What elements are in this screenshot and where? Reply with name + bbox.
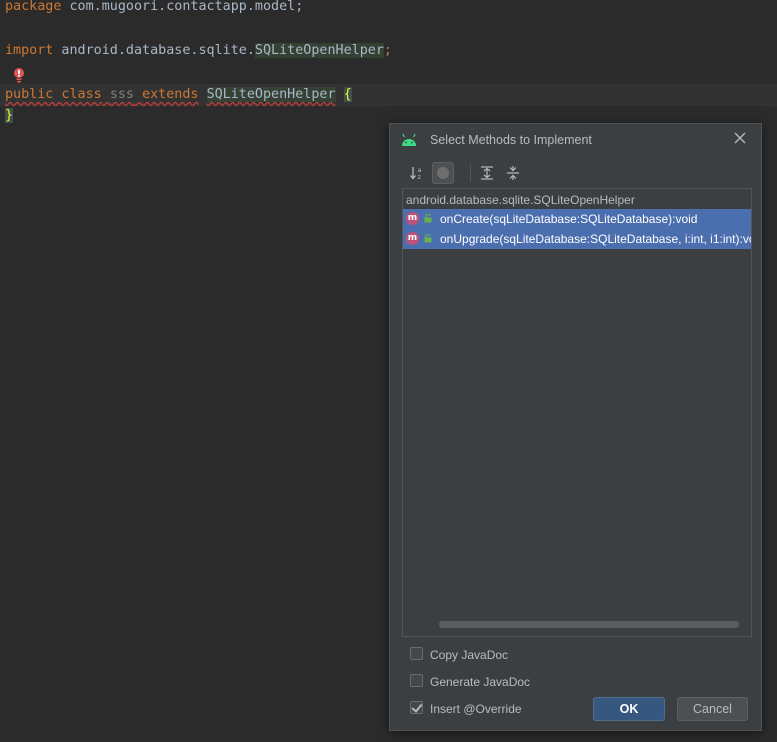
open-brace: {	[343, 87, 352, 102]
code-line-class[interactable]: public class sss extends SQLiteOpenHelpe…	[5, 85, 352, 105]
semicolon: ;	[383, 43, 392, 58]
horizontal-scrollbar[interactable]	[439, 621, 739, 628]
expand-all-icon	[481, 166, 493, 180]
code-line-package[interactable]: package com.mugoori.contactapp.model;	[5, 0, 303, 17]
package-name: com.mugoori.contactapp.model;	[61, 0, 304, 14]
method-signature: onUpgrade(sqLiteDatabase:SQLiteDatabase,…	[440, 232, 751, 246]
lock-icon	[424, 234, 432, 243]
sort-alphabetically-button[interactable]: a z	[406, 162, 428, 184]
superclass-name: SQLiteOpenHelper	[206, 87, 336, 102]
keyword-import: import	[5, 43, 54, 58]
insert-override-checkbox[interactable]	[410, 701, 423, 714]
ok-button[interactable]: OK	[593, 697, 665, 721]
error-bulb-icon[interactable]	[12, 67, 26, 83]
collapse-all-button[interactable]	[502, 162, 524, 184]
close-brace: }	[5, 108, 14, 123]
collapse-all-icon	[507, 166, 519, 180]
insert-override-label: Insert @Override	[430, 702, 522, 716]
class-name: sss	[109, 87, 134, 102]
show-classes-toggle[interactable]	[432, 162, 454, 184]
dialog-title: Select Methods to Implement	[430, 133, 592, 147]
keyword-extends: extends	[142, 87, 199, 102]
dialog-toolbar: a z	[404, 160, 744, 186]
toolbar-separator	[470, 164, 471, 182]
keyword-public-class: public class	[5, 87, 102, 102]
select-methods-dialog: Select Methods to Implement a z android.…	[389, 123, 762, 731]
keyword-package: package	[5, 0, 62, 14]
copy-javadoc-checkbox[interactable]	[410, 647, 423, 660]
copy-javadoc-label: Copy JavaDoc	[430, 648, 509, 662]
import-type: SQLiteOpenHelper	[254, 43, 384, 58]
generate-javadoc-label: Generate JavaDoc	[430, 675, 531, 689]
expand-all-button[interactable]	[476, 162, 498, 184]
methods-tree[interactable]: android.database.sqlite.SQLiteOpenHelper…	[402, 188, 752, 637]
generate-javadoc-checkbox[interactable]	[410, 674, 423, 687]
tree-item-oncreate[interactable]: m onCreate(sqLiteDatabase:SQLiteDatabase…	[403, 209, 751, 229]
method-icon: m	[406, 232, 419, 245]
code-line-close[interactable]: }	[5, 106, 14, 126]
svg-text:z: z	[418, 173, 422, 181]
tree-item-onupgrade[interactable]: m onUpgrade(sqLiteDatabase:SQLiteDatabas…	[403, 229, 751, 249]
cancel-button[interactable]: Cancel	[677, 697, 748, 721]
tree-header-class[interactable]: android.database.sqlite.SQLiteOpenHelper	[406, 191, 635, 209]
close-icon[interactable]	[733, 131, 747, 145]
code-line-import[interactable]: import android.database.sqlite.SQLiteOpe…	[5, 41, 392, 61]
lock-icon	[424, 214, 432, 223]
sort-az-icon: a z	[410, 166, 422, 181]
method-icon: m	[406, 212, 419, 225]
android-icon	[402, 133, 416, 146]
circle-icon	[437, 167, 449, 179]
method-signature: onCreate(sqLiteDatabase:SQLiteDatabase):…	[440, 212, 698, 226]
import-path: android.database.sqlite.	[53, 43, 255, 58]
